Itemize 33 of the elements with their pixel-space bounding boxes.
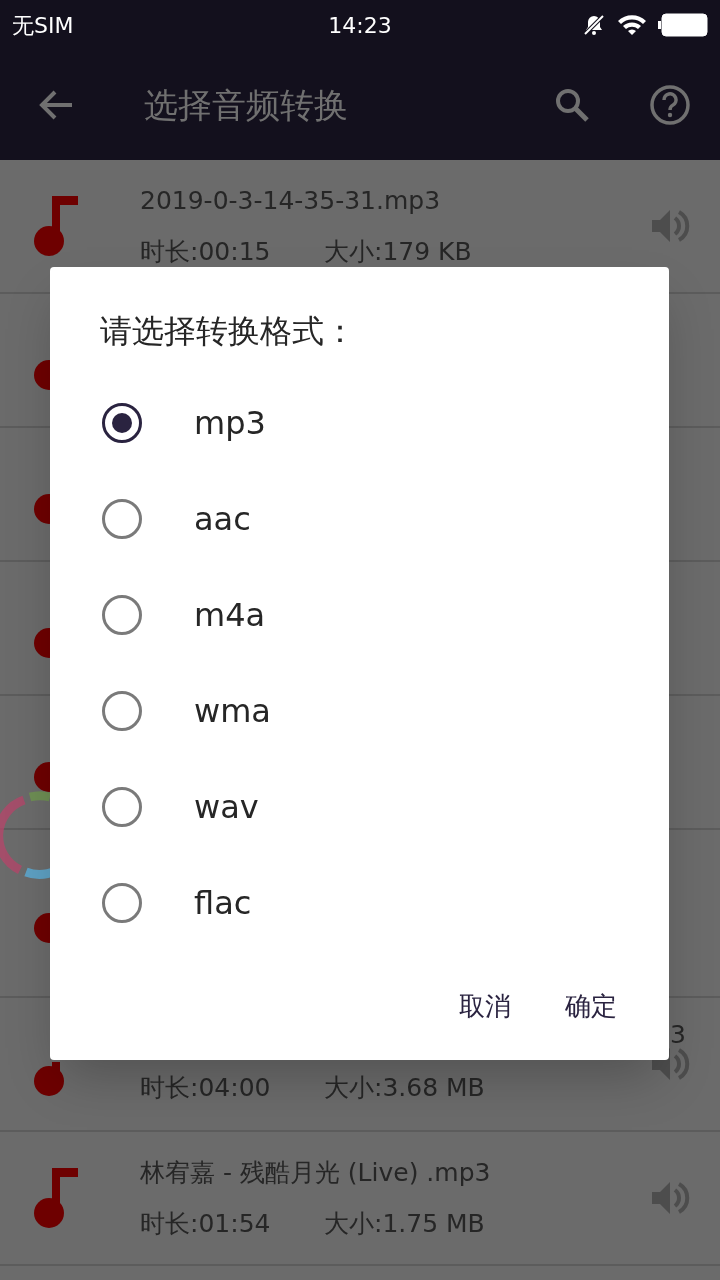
format-option[interactable]: aac xyxy=(50,471,669,567)
radio-button[interactable] xyxy=(102,403,142,443)
search-icon xyxy=(554,87,590,123)
format-option[interactable]: flac xyxy=(50,855,669,951)
format-option[interactable]: wma xyxy=(50,663,669,759)
carrier-text: 无SIM xyxy=(12,11,74,40)
bell-off-icon xyxy=(582,13,606,37)
duration-text: 时长:00:15 xyxy=(140,236,272,268)
dialog-title: 请选择转换格式： xyxy=(99,311,357,352)
format-option[interactable]: wav xyxy=(50,759,669,855)
dialog-button[interactable]: 确定 xyxy=(541,974,641,1038)
wifi-icon xyxy=(616,14,648,36)
duration-text: 时长:01:54 xyxy=(140,1208,272,1240)
format-option[interactable]: m4a xyxy=(50,567,669,663)
back-arrow-icon xyxy=(38,89,74,121)
screen-title: 选择音频转换 xyxy=(144,83,348,127)
help-icon xyxy=(649,84,691,126)
file-name: 2019-0-3-14-35-31.mp3 xyxy=(140,184,442,217)
radio-button[interactable] xyxy=(102,691,142,731)
radio-button[interactable] xyxy=(102,787,142,827)
file-name: 林宥嘉 - 残酷月光 (Live) .mp3 xyxy=(140,1156,492,1189)
radio-button[interactable] xyxy=(102,883,142,923)
size-text: 大小:179 KB xyxy=(324,236,472,268)
size-text: 大小:3.68 MB xyxy=(324,1072,485,1105)
format-option[interactable]: mp3 xyxy=(50,375,669,471)
file-name: 3 xyxy=(670,1019,686,1051)
clock-text: 14:23 xyxy=(328,11,392,40)
size-text: 大小:1.75 MB xyxy=(324,1208,485,1240)
radio-button[interactable] xyxy=(102,499,142,539)
radio-button[interactable] xyxy=(102,595,142,635)
dialog-button[interactable]: 取消 xyxy=(435,974,535,1038)
duration-text: 时长:04:00 xyxy=(140,1072,272,1105)
battery-icon xyxy=(658,13,708,37)
